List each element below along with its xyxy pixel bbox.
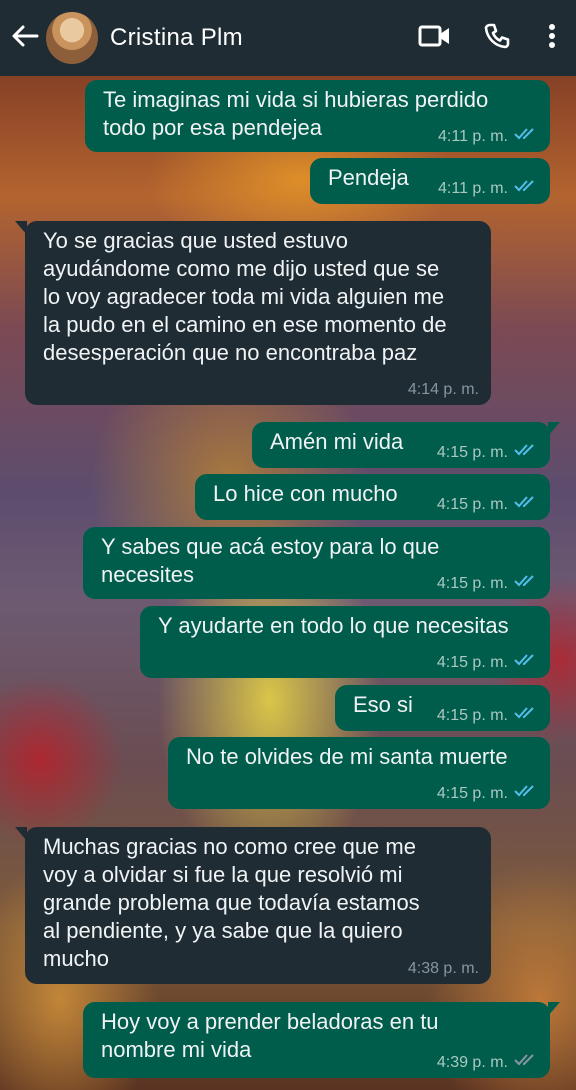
read-double-check-icon	[514, 706, 538, 725]
contact-name[interactable]: Cristina Plm	[110, 24, 243, 52]
message-list[interactable]: Te imaginas mi vida si hubieras perdido …	[0, 0, 576, 1090]
message-meta: 4:11 p. m.	[438, 127, 538, 146]
message-meta: 4:38 p. m.	[408, 960, 479, 978]
message-bubble-outgoing[interactable]: Amén mi vida 4:15 p. m.	[252, 422, 560, 468]
chat-header: Cristina Plm	[0, 0, 576, 76]
message-text: Amén mi vida	[270, 429, 404, 454]
bubble-tail	[15, 221, 27, 235]
back-button[interactable]	[0, 0, 50, 76]
message-bubble-outgoing[interactable]: Y sabes que acá estoy para lo que necesi…	[83, 527, 550, 599]
read-double-check-icon	[514, 653, 538, 672]
bubble-tail	[15, 827, 27, 841]
more-options-icon	[548, 23, 556, 54]
video-call-icon	[418, 24, 452, 53]
message-bubble-incoming[interactable]: Muchas gracias no como cree que me voy a…	[15, 827, 491, 984]
message-meta: 4:15 p. m.	[437, 574, 538, 593]
message-bubble-outgoing[interactable]: No te olvides de mi santa muerte 4:15 p.…	[168, 737, 550, 809]
message-time: 4:15 p. m.	[436, 706, 508, 724]
message-text: Te imaginas mi vida si hubieras perdido …	[103, 87, 489, 140]
bubble-tail	[548, 422, 560, 436]
message-meta: 4:39 p. m.	[437, 1053, 538, 1072]
message-meta: 4:11 p. m.	[438, 179, 538, 198]
read-double-check-icon	[514, 495, 538, 514]
message-bubble-outgoing[interactable]: Lo hice con mucho 4:15 p. m.	[195, 474, 550, 520]
message-time: 4:11 p. m.	[438, 179, 508, 197]
back-arrow-icon	[11, 24, 39, 53]
message-text: No te olvides de mi santa muerte	[186, 744, 508, 769]
message-bubble-outgoing[interactable]: Te imaginas mi vida si hubieras perdido …	[85, 80, 550, 152]
message-meta: 4:15 p. m.	[437, 495, 538, 514]
message-text: Y sabes que acá estoy para lo que necesi…	[101, 534, 440, 587]
voice-call-icon	[483, 22, 511, 55]
read-double-check-icon	[514, 574, 538, 593]
bubble-tail	[548, 1002, 560, 1016]
message-time: 4:15 p. m.	[436, 443, 508, 461]
read-double-check-icon	[514, 179, 538, 198]
message-time: 4:15 p. m.	[436, 653, 508, 671]
header-actions	[404, 0, 576, 76]
message-meta: 4:15 p. m.	[437, 706, 538, 725]
message-meta: 4:15 p. m.	[437, 443, 538, 462]
avatar[interactable]	[46, 12, 98, 64]
message-time: 4:14 p. m.	[407, 381, 479, 398]
message-bubble-outgoing[interactable]: Pendeja 4:11 p. m.	[310, 158, 550, 204]
more-options-button[interactable]	[528, 0, 576, 76]
message-text: Eso si	[353, 692, 413, 717]
message-time: 4:38 p. m.	[407, 960, 479, 977]
video-call-button[interactable]	[404, 0, 466, 76]
read-double-check-icon	[514, 443, 538, 462]
message-bubble-outgoing[interactable]: Hoy voy a prender beladoras en tu nombre…	[83, 1002, 560, 1078]
message-time: 4:15 p. m.	[436, 574, 508, 592]
message-text: Pendeja	[328, 165, 409, 190]
message-meta: 4:15 p. m.	[437, 784, 538, 803]
message-time: 4:11 p. m.	[438, 127, 508, 145]
message-text: Yo se gracias que usted estuvo ayudándom…	[43, 228, 447, 365]
message-time: 4:15 p. m.	[436, 784, 508, 802]
read-double-check-icon	[514, 127, 538, 146]
message-text: Hoy voy a prender beladoras en tu nombre…	[101, 1009, 439, 1062]
message-bubble-incoming[interactable]: Yo se gracias que usted estuvo ayudándom…	[15, 221, 491, 405]
message-text: Y ayudarte en todo lo que necesitas	[158, 613, 509, 638]
message-bubble-outgoing[interactable]: Eso si 4:15 p. m.	[335, 685, 550, 731]
message-meta: 4:15 p. m.	[437, 653, 538, 672]
message-time: 4:39 p. m.	[436, 1053, 508, 1071]
message-time: 4:15 p. m.	[436, 495, 508, 513]
message-text: Lo hice con mucho	[213, 481, 398, 506]
read-double-check-icon	[514, 784, 538, 803]
message-meta: 4:14 p. m.	[408, 381, 479, 399]
message-bubble-outgoing[interactable]: Y ayudarte en todo lo que necesitas 4:15…	[140, 606, 550, 678]
message-text: Muchas gracias no como cree que me voy a…	[43, 834, 420, 971]
read-double-check-icon	[514, 1053, 538, 1072]
voice-call-button[interactable]	[466, 0, 528, 76]
